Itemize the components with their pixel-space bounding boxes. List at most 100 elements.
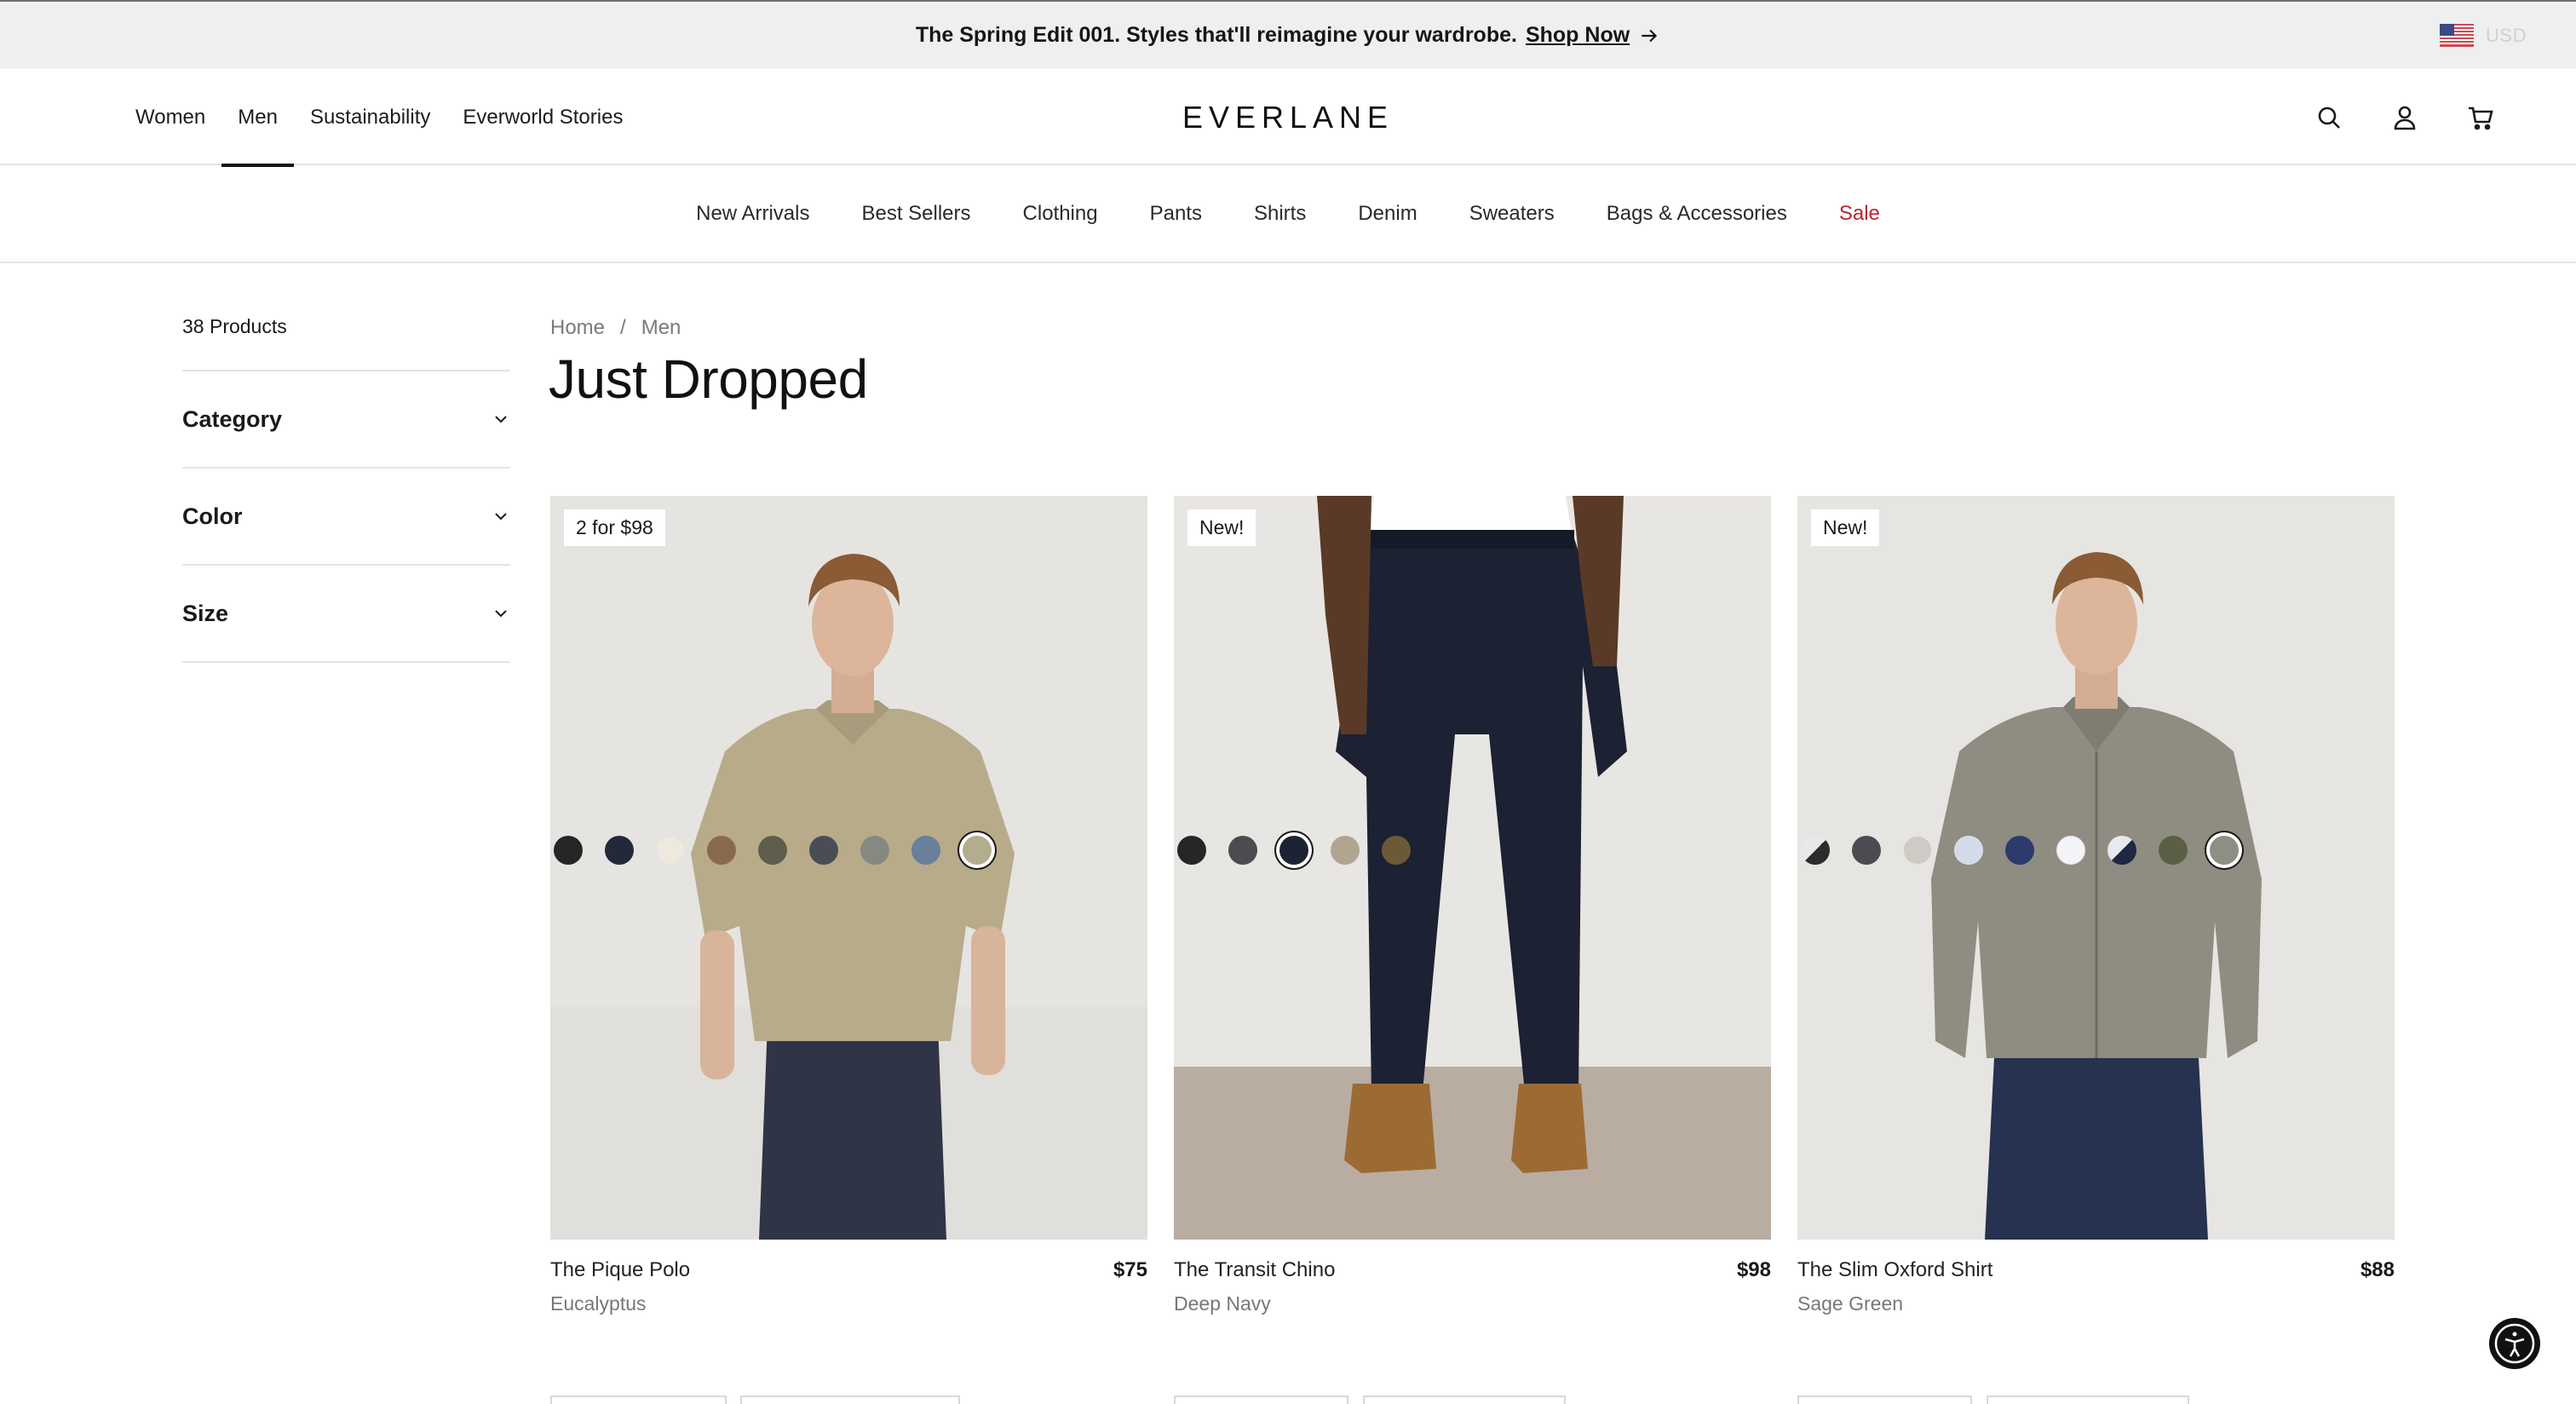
accessibility-icon [2494, 1323, 2535, 1364]
subnav-shirts[interactable]: Shirts [1254, 202, 1306, 226]
size-button[interactable] [740, 1395, 960, 1404]
nav-men[interactable]: Men [221, 69, 294, 167]
product-color-name: Sage Green [1797, 1292, 1904, 1315]
filter-size[interactable]: Size [182, 566, 510, 663]
currency-label[interactable]: USD [2486, 25, 2527, 47]
color-swatch[interactable] [707, 836, 736, 865]
color-swatch[interactable] [1331, 836, 1360, 865]
cart-icon [2469, 106, 2493, 129]
color-swatch[interactable] [2107, 836, 2136, 865]
account-icon [2394, 106, 2416, 129]
color-swatch[interactable] [1228, 836, 1257, 865]
color-swatch[interactable] [1954, 836, 1983, 865]
size-button[interactable] [1363, 1395, 1566, 1404]
nav-women[interactable]: Women [119, 69, 221, 165]
everlane-logo[interactable]: EVERLANE [1182, 100, 1394, 135]
filter-sidebar: 38 Products Category Color Size [182, 315, 510, 663]
color-swatch[interactable] [758, 836, 787, 865]
color-swatch[interactable] [1177, 836, 1206, 865]
page-title: Just Dropped [549, 348, 868, 410]
shop-now-link[interactable]: Shop Now [1526, 23, 1630, 48]
color-swatches [1801, 836, 2239, 865]
color-swatch[interactable] [2210, 836, 2239, 865]
filter-label: Size [182, 600, 229, 626]
product-color-name: Eucalyptus [550, 1292, 647, 1315]
product-name[interactable]: The Slim Oxford Shirt [1797, 1258, 1992, 1282]
color-swatch[interactable] [1382, 836, 1411, 865]
filter-label: Category [182, 406, 283, 432]
cart-button[interactable] [2467, 104, 2494, 131]
us-flag-icon [2440, 24, 2475, 47]
product-card[interactable]: New! The Slim Oxford Shirt $88 Sage Gree… [1797, 496, 2395, 1315]
color-swatch[interactable] [963, 836, 992, 865]
product-name[interactable]: The Transit Chino [1174, 1258, 1335, 1282]
color-swatch[interactable] [2159, 836, 2188, 865]
nav-sustainability[interactable]: Sustainability [294, 69, 446, 165]
arrow-right-icon[interactable] [1638, 25, 1660, 47]
color-swatch[interactable] [1903, 836, 1932, 865]
subnav-denim[interactable]: Denim [1358, 202, 1417, 226]
subnav-new-arrivals[interactable]: New Arrivals [696, 202, 809, 226]
filter-color[interactable]: Color [182, 469, 510, 566]
product-card[interactable]: New! The Transit Chino $98 Deep Navy [1174, 496, 1771, 1315]
product-card[interactable]: 2 for $98 The Pique Polo $75 Eucalyptus [550, 496, 1147, 1315]
filter-label: Color [182, 503, 243, 529]
subnav-sale[interactable]: Sale [1839, 202, 1880, 226]
color-swatch[interactable] [1279, 836, 1308, 865]
product-price: $88 [2360, 1258, 2395, 1281]
color-swatch[interactable] [911, 836, 940, 865]
product-image[interactable]: New! [1797, 496, 2395, 1240]
subnav-bags-accessories[interactable]: Bags & Accessories [1607, 202, 1787, 226]
nav-everworld-stories[interactable]: Everworld Stories [446, 69, 639, 165]
size-button[interactable] [1174, 1395, 1348, 1404]
currency-selector[interactable]: USD [2440, 24, 2527, 47]
promo-banner: The Spring Edit 001. Styles that'll reim… [0, 0, 2576, 69]
promo-message: The Spring Edit 001. Styles that'll reim… [916, 23, 1660, 48]
size-button[interactable] [550, 1395, 727, 1404]
promo-text: The Spring Edit 001. Styles that'll reim… [915, 23, 1517, 47]
chevron-down-icon [495, 416, 507, 423]
product-photo-oxford [1797, 496, 2395, 1240]
color-swatch[interactable] [554, 836, 583, 865]
filter-category[interactable]: Category [182, 371, 510, 469]
search-button[interactable] [2315, 104, 2343, 131]
color-swatch[interactable] [2056, 836, 2085, 865]
color-swatch[interactable] [860, 836, 889, 865]
color-swatch[interactable] [605, 836, 634, 865]
size-button[interactable] [1797, 1395, 1972, 1404]
color-swatch[interactable] [1852, 836, 1881, 865]
product-meta: The Pique Polo $75 Eucalyptus [550, 1240, 1147, 1315]
search-icon [2318, 106, 2340, 129]
subnav-sweaters[interactable]: Sweaters [1469, 202, 1555, 226]
main-header: Women Men Sustainability Everworld Stori… [0, 69, 2576, 167]
product-count: 38 Products [182, 315, 510, 371]
product-photo-polo [550, 496, 1147, 1240]
color-swatch[interactable] [1801, 836, 1830, 865]
subnav-clothing[interactable]: Clothing [1023, 202, 1098, 226]
size-button[interactable] [1987, 1395, 2189, 1404]
product-badge: 2 for $98 [564, 509, 665, 546]
color-swatch[interactable] [2005, 836, 2034, 865]
breadcrumb-home[interactable]: Home [550, 316, 605, 340]
product-image[interactable]: New! [1174, 496, 1771, 1240]
subnav-best-sellers[interactable]: Best Sellers [861, 202, 970, 226]
product-price: $75 [1113, 1258, 1147, 1281]
product-name[interactable]: The Pique Polo [550, 1258, 690, 1282]
breadcrumb-men[interactable]: Men [641, 316, 681, 340]
subnav-pants[interactable]: Pants [1150, 202, 1202, 226]
account-button[interactable] [2391, 104, 2418, 131]
color-swatch[interactable] [809, 836, 838, 865]
accessibility-button[interactable] [2489, 1318, 2540, 1369]
breadcrumb-separator: / [620, 316, 626, 339]
product-badge: New! [1811, 509, 1880, 546]
product-meta: The Transit Chino $98 Deep Navy [1174, 1240, 1771, 1315]
product-image[interactable]: 2 for $98 [550, 496, 1147, 1240]
chevron-down-icon [495, 610, 507, 618]
chevron-down-icon [495, 513, 507, 521]
product-meta: The Slim Oxford Shirt $88 Sage Green [1797, 1240, 2395, 1315]
color-swatch[interactable] [656, 836, 685, 865]
product-photo-chino [1174, 496, 1771, 1240]
primary-nav: Women Men Sustainability Everworld Stori… [119, 69, 639, 167]
breadcrumb: Home / Men [550, 316, 681, 340]
color-swatches [1177, 836, 1411, 865]
